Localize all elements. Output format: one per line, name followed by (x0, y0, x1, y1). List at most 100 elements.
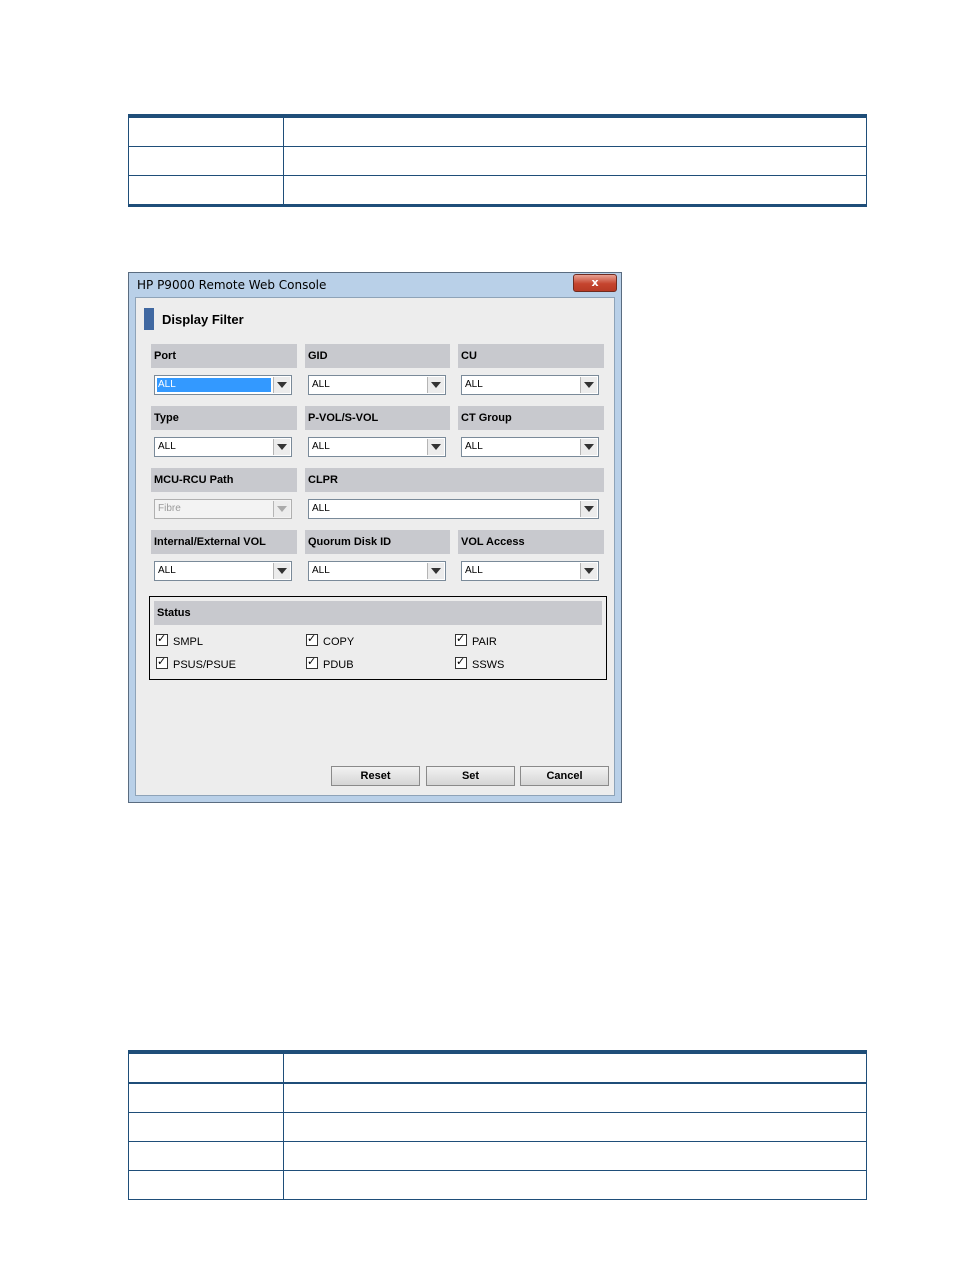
table-cell (283, 1112, 867, 1142)
mcu-rcu-path-value: Fibre (158, 503, 181, 514)
clpr-value: ALL (312, 503, 330, 514)
table-row (128, 1141, 867, 1171)
table-row (128, 1051, 867, 1084)
checkbox-label: COPY (323, 636, 355, 648)
port-value: ALL (157, 378, 271, 392)
table-cell (283, 175, 867, 206)
pvol-svol-label: P-VOL/S-VOL (305, 406, 450, 430)
quorum-disk-id-select[interactable]: ALL (308, 561, 446, 581)
chevron-down-icon[interactable] (580, 377, 597, 393)
checkbox-checked-icon[interactable] (455, 632, 467, 646)
ct-group-value: ALL (465, 441, 483, 452)
status-label: Status (154, 601, 602, 625)
vol-access-value: ALL (465, 565, 483, 576)
checkbox-ssws[interactable]: SSWS (455, 655, 505, 671)
checkbox-smpl[interactable]: SMPL (156, 632, 203, 648)
checkbox-checked-icon[interactable] (455, 655, 467, 669)
chevron-down-icon[interactable] (427, 377, 444, 393)
checkbox-pair[interactable]: PAIR (455, 632, 497, 648)
checkbox-psus-psue[interactable]: PSUS/PSUE (156, 655, 236, 671)
dialog-body: Display Filter Port ALL GID ALL CU ALL T… (135, 297, 615, 796)
heading-text: Display Filter (162, 312, 244, 327)
chevron-down-icon[interactable] (580, 439, 597, 455)
chevron-down-icon[interactable] (273, 377, 290, 393)
chevron-down-icon[interactable] (427, 439, 444, 455)
reset-button[interactable]: Reset (331, 766, 420, 786)
table-cell (283, 146, 867, 176)
checkbox-checked-icon[interactable] (306, 655, 318, 669)
checkbox-copy[interactable]: COPY (306, 632, 355, 648)
status-group: Status SMPL COPY PAIR PSUS/PSUE PDUB SSW… (149, 596, 607, 680)
chevron-down-icon[interactable] (580, 501, 597, 517)
table-row (128, 175, 867, 206)
chevron-down-icon[interactable] (273, 439, 290, 455)
chevron-down-icon[interactable] (580, 563, 597, 579)
internal-external-vol-select[interactable]: ALL (154, 561, 292, 581)
checkbox-label: SMPL (173, 636, 203, 648)
mcu-rcu-path-label: MCU-RCU Path (151, 468, 297, 492)
table-row (128, 1170, 867, 1200)
internal-external-vol-value: ALL (158, 565, 176, 576)
chevron-down-icon[interactable] (427, 563, 444, 579)
chevron-down-icon[interactable] (273, 563, 290, 579)
table-cell (128, 1112, 284, 1142)
table-cell (283, 1170, 867, 1200)
table-cell (128, 1170, 284, 1200)
clpr-label: CLPR (305, 468, 604, 492)
checkbox-checked-icon[interactable] (156, 632, 168, 646)
cancel-button[interactable]: Cancel (520, 766, 609, 786)
table-cell (128, 146, 284, 176)
close-icon: x (591, 276, 599, 289)
display-filter-dialog: HP P9000 Remote Web Console x Display Fi… (128, 272, 622, 803)
title-bar[interactable]: HP P9000 Remote Web Console x (129, 273, 621, 297)
checkbox-checked-icon[interactable] (306, 632, 318, 646)
gid-value: ALL (312, 379, 330, 390)
bottom-table (128, 1050, 867, 1200)
clpr-select[interactable]: ALL (308, 499, 599, 519)
chevron-down-icon (273, 501, 290, 517)
window-title: HP P9000 Remote Web Console (137, 278, 327, 292)
quorum-disk-id-label: Quorum Disk ID (305, 530, 450, 554)
set-button[interactable]: Set (426, 766, 515, 786)
table-cell (283, 1082, 867, 1113)
cu-select[interactable]: ALL (461, 375, 599, 395)
vol-access-select[interactable]: ALL (461, 561, 599, 581)
cu-value: ALL (465, 379, 483, 390)
port-label: Port (151, 344, 297, 368)
type-value: ALL (158, 441, 176, 452)
table-row (128, 1082, 867, 1113)
top-table (128, 114, 867, 207)
table-row (128, 1112, 867, 1142)
table-cell (128, 116, 284, 147)
quorum-disk-id-value: ALL (312, 565, 330, 576)
ct-group-label: CT Group (458, 406, 604, 430)
table-cell (283, 116, 867, 147)
checkbox-pdub[interactable]: PDUB (306, 655, 354, 671)
table-cell (128, 1141, 284, 1171)
checkbox-label: PAIR (472, 636, 497, 648)
cu-label: CU (458, 344, 604, 368)
checkbox-label: PDUB (323, 659, 354, 671)
vol-access-label: VOL Access (458, 530, 604, 554)
port-select[interactable]: ALL (154, 375, 292, 395)
table-cell (128, 1082, 284, 1113)
table-row (128, 146, 867, 176)
pvol-svol-value: ALL (312, 441, 330, 452)
type-label: Type (151, 406, 297, 430)
checkbox-label: SSWS (472, 659, 505, 671)
table-cell (283, 1051, 867, 1084)
mcu-rcu-path-select: Fibre (154, 499, 292, 519)
heading-marker (144, 308, 154, 330)
table-cell (128, 1051, 284, 1084)
gid-label: GID (305, 344, 450, 368)
internal-external-vol-label: Internal/External VOL (151, 530, 297, 554)
pvol-svol-select[interactable]: ALL (308, 437, 446, 457)
checkbox-label: PSUS/PSUE (173, 659, 236, 671)
ct-group-select[interactable]: ALL (461, 437, 599, 457)
table-cell (128, 175, 284, 206)
close-button[interactable]: x (573, 274, 617, 292)
checkbox-checked-icon[interactable] (156, 655, 168, 669)
gid-select[interactable]: ALL (308, 375, 446, 395)
type-select[interactable]: ALL (154, 437, 292, 457)
table-row (128, 116, 867, 147)
